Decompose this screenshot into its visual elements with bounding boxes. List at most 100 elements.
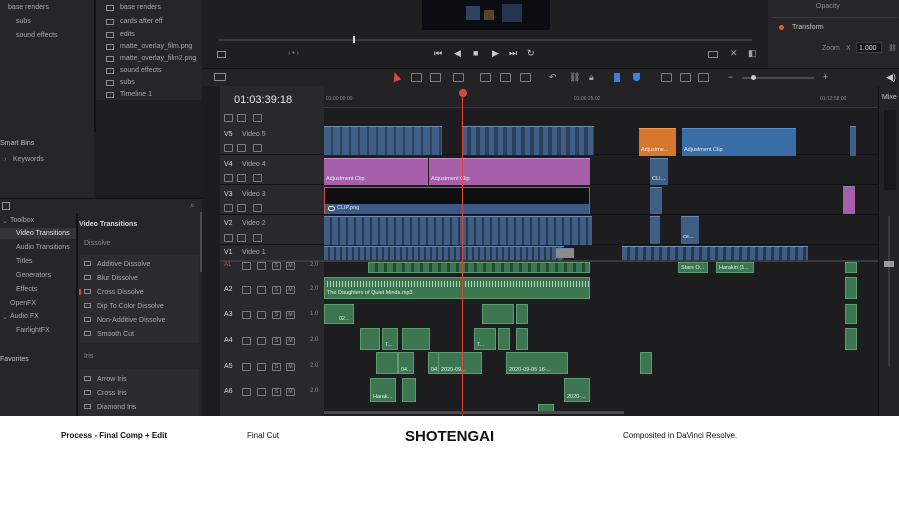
skip-end-icon[interactable]: ⏭	[509, 48, 517, 59]
tree-item-fairlightfx[interactable]: FairlightFX	[16, 327, 50, 334]
tree-item-titles[interactable]: Titles	[16, 258, 32, 265]
lock-icon[interactable]	[242, 388, 251, 396]
auto-select-icon[interactable]	[237, 204, 246, 212]
lock-icon[interactable]	[224, 234, 233, 242]
trim-tool-icon[interactable]	[411, 73, 422, 82]
tree-item-audio-transitions[interactable]: Audio Transitions	[16, 244, 70, 251]
audio-clip[interactable]: 2020-09...	[438, 352, 482, 374]
visibility-icon[interactable]	[253, 234, 262, 242]
snapping-icon[interactable]: ↶	[549, 72, 557, 83]
tree-item-video-transitions[interactable]: Video Transitions	[16, 230, 70, 237]
video-clip[interactable]	[462, 126, 594, 155]
panel-toggle-icon[interactable]	[2, 202, 10, 210]
audio-clip[interactable]	[402, 328, 430, 350]
adjustment-clip[interactable]: Adjustment Clip	[324, 158, 428, 185]
audio-clip[interactable]	[482, 304, 514, 324]
adjustment-clip[interactable]: Adjustme...	[639, 128, 676, 156]
audio-clip[interactable]: 2020-...	[564, 378, 590, 402]
audio-clip[interactable]	[498, 328, 510, 350]
audio-clip[interactable]	[845, 304, 857, 324]
list-item[interactable]: cards after eff	[120, 18, 163, 25]
tree-item-openfx[interactable]: OpenFX	[10, 300, 36, 307]
loop-icon[interactable]: ↻	[527, 48, 535, 59]
transition-item[interactable]: Arrow Iris	[97, 376, 127, 383]
audio-clip[interactable]	[845, 262, 857, 273]
lock-icon[interactable]: 🔒︎	[589, 72, 594, 83]
dynamic-trim-icon[interactable]	[430, 73, 441, 82]
list-item[interactable]: subs	[120, 79, 135, 86]
auto-select-icon[interactable]	[237, 144, 246, 152]
zoom-slider-handle[interactable]	[751, 75, 756, 80]
chevron-down-icon[interactable]: ⌄	[2, 217, 8, 225]
track-name-v4[interactable]: Video 4	[242, 161, 266, 168]
speaker-icon[interactable]: ◀)	[886, 72, 896, 83]
transform-toggle-icon[interactable]	[779, 25, 784, 30]
mute-button[interactable]: M	[286, 363, 295, 371]
list-item[interactable]: base renders	[120, 4, 161, 11]
track-name-v3[interactable]: Video 3	[242, 191, 266, 198]
replace-clip-icon[interactable]	[520, 73, 531, 82]
lock-icon[interactable]	[242, 311, 251, 319]
audio-clip[interactable]	[402, 378, 416, 402]
timeline-ruler[interactable]	[324, 86, 884, 108]
list-item[interactable]: sound effects	[120, 67, 162, 74]
audio-clip[interactable]	[360, 328, 380, 350]
lock-icon[interactable]	[224, 204, 233, 212]
tree-item-toolbox[interactable]: Toolbox	[10, 217, 34, 224]
list-item[interactable]: matte_overlay_film2.png	[120, 55, 196, 62]
play-reverse-icon[interactable]: ◀	[454, 48, 461, 59]
auto-select-icon[interactable]	[237, 174, 246, 182]
video-clip[interactable]: ce...	[681, 216, 699, 244]
scrubber-bar[interactable]	[218, 39, 752, 41]
transition-item[interactable]: Smooth Cut	[97, 331, 134, 338]
audio-clip[interactable]: The Daughters of Quiet Minds.mp3	[324, 277, 590, 299]
auto-select-icon[interactable]	[257, 311, 266, 319]
overwrite-clip-icon[interactable]	[500, 73, 511, 82]
skip-start-icon[interactable]: ⏮	[434, 48, 442, 59]
scrubber-handle[interactable]	[353, 36, 355, 43]
audio-clip[interactable]	[516, 328, 528, 350]
marker-icon[interactable]	[633, 73, 640, 81]
transition-item[interactable]: Non-Additive Dissolve	[97, 317, 165, 324]
audio-clip[interactable]	[516, 304, 528, 324]
zoom-out-icon[interactable]: −	[728, 72, 733, 82]
audio-icon[interactable]: ◧	[748, 48, 757, 59]
zoom-custom-icon[interactable]	[698, 73, 709, 82]
bin-item[interactable]: base renders	[8, 4, 49, 11]
transition-item[interactable]: Blur Dissolve	[97, 275, 138, 282]
audio-clip[interactable]	[640, 352, 652, 374]
crop-icon[interactable]	[217, 51, 226, 58]
audio-clip[interactable]	[376, 352, 398, 374]
transition-item[interactable]: Additive Dissolve	[97, 261, 150, 268]
auto-select-icon[interactable]	[257, 262, 266, 270]
blade-tool-icon[interactable]	[453, 73, 464, 82]
link-icon[interactable]: ⛓	[888, 44, 897, 52]
solo-button[interactable]: S	[272, 363, 281, 371]
solo-button[interactable]: S	[272, 286, 281, 294]
audio-clip[interactable]: Stars O...	[678, 262, 708, 273]
auto-select-icon[interactable]	[257, 337, 266, 345]
audio-clip[interactable]: T...	[474, 328, 496, 350]
adjustment-clip[interactable]: Adjustment Clip	[429, 158, 590, 185]
auto-select-icon[interactable]	[237, 234, 246, 242]
audio-clip[interactable]: 04...	[398, 352, 414, 374]
audio-clip[interactable]: Harak...	[370, 378, 396, 402]
playhead-handle[interactable]	[459, 89, 467, 97]
auto-select-icon[interactable]	[237, 114, 246, 122]
flag-icon[interactable]	[614, 73, 620, 82]
lock-icon[interactable]	[242, 363, 251, 371]
transition-item[interactable]: Dip To Color Dissolve	[97, 303, 164, 310]
video-clip[interactable]	[556, 248, 574, 258]
track-name-v5[interactable]: Video 5	[242, 131, 266, 138]
bin-item[interactable]: subs	[16, 18, 31, 25]
audio-clip[interactable]: T...	[382, 328, 398, 350]
mute-button[interactable]: M	[286, 388, 295, 396]
fader-handle[interactable]	[884, 261, 894, 267]
search-icon[interactable]: ⌕	[190, 201, 194, 211]
auto-select-icon[interactable]	[257, 363, 266, 371]
stop-icon[interactable]: ■	[473, 48, 478, 58]
lock-icon[interactable]	[224, 144, 233, 152]
fader-track[interactable]	[888, 216, 890, 366]
adjustment-clip[interactable]	[843, 186, 855, 214]
lock-icon[interactable]	[224, 174, 233, 182]
